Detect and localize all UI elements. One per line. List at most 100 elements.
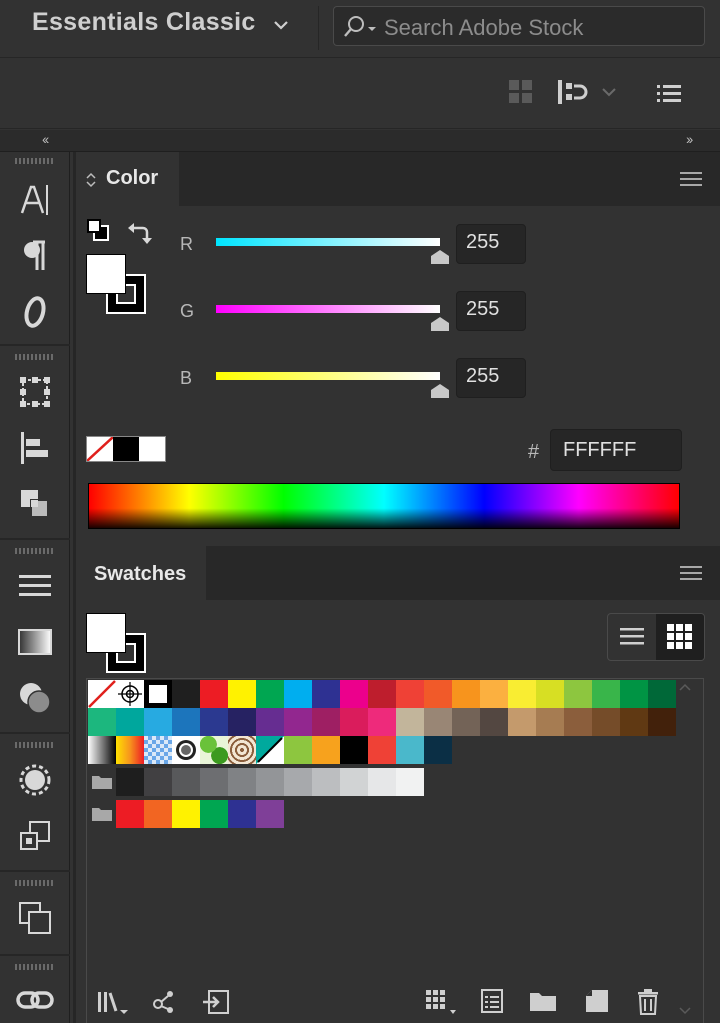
chevron-down-icon[interactable]	[600, 85, 618, 99]
color-swatch[interactable]	[200, 680, 228, 708]
tab-color[interactable]: Color	[76, 152, 179, 206]
color-swatch[interactable]	[396, 708, 424, 736]
drag-grip[interactable]	[15, 880, 53, 886]
swatches-fill-swatch[interactable]	[86, 613, 126, 653]
color-swatch[interactable]	[480, 680, 508, 708]
panel-menu-icon[interactable]	[680, 566, 702, 580]
gray-swatch[interactable]	[116, 768, 144, 796]
red-slider[interactable]	[216, 238, 440, 246]
stroke-icon[interactable]	[15, 566, 55, 606]
list-view-icon[interactable]	[608, 614, 656, 660]
swatch[interactable]	[256, 736, 284, 764]
green-value-input[interactable]: 255	[456, 291, 526, 331]
gradient-swatch[interactable]	[116, 736, 144, 764]
gray-swatch[interactable]	[340, 768, 368, 796]
color-swatch[interactable]	[312, 708, 340, 736]
swatch-libraries-icon[interactable]	[96, 988, 130, 1016]
drag-grip[interactable]	[15, 354, 53, 360]
transparency-icon[interactable]	[15, 678, 55, 718]
color-swatch[interactable]	[228, 708, 256, 736]
color-group-folder-icon[interactable]	[88, 800, 116, 828]
drag-grip[interactable]	[15, 742, 53, 748]
green-slider[interactable]	[216, 305, 440, 313]
color-swatch[interactable]	[340, 708, 368, 736]
gray-swatch[interactable]	[144, 768, 172, 796]
blue-slider[interactable]	[216, 372, 440, 380]
gray-swatch[interactable]	[172, 768, 200, 796]
gradient-swatch[interactable]	[88, 736, 116, 764]
bright-swatch[interactable]	[116, 800, 144, 828]
color-swatch[interactable]	[592, 708, 620, 736]
character-icon[interactable]	[15, 180, 55, 220]
registration-swatch[interactable]	[116, 680, 144, 708]
color-swatch[interactable]	[368, 708, 396, 736]
color-swatch[interactable]	[564, 680, 592, 708]
color-swatch[interactable]	[648, 680, 676, 708]
none-swatch[interactable]	[88, 680, 116, 708]
bright-swatch[interactable]	[200, 800, 228, 828]
workspace-switcher-label[interactable]: Essentials Classic	[32, 8, 256, 37]
pattern-swatch[interactable]	[200, 736, 228, 764]
color-swatch[interactable]	[424, 708, 452, 736]
blue-slider-thumb[interactable]	[431, 384, 449, 398]
color-swatch[interactable]	[284, 680, 312, 708]
color-swatch[interactable]	[424, 736, 452, 764]
expand-right-icon[interactable]: ››	[686, 131, 693, 147]
collapse-left-icon[interactable]: ‹‹	[42, 131, 49, 147]
black-swatch[interactable]	[113, 437, 139, 461]
opentype-icon[interactable]	[15, 292, 55, 332]
search-icon[interactable]	[342, 15, 380, 39]
default-fill-stroke-icon[interactable]	[86, 218, 110, 242]
search-adobe-stock-input[interactable]: Search Adobe Stock	[333, 6, 705, 46]
color-swatch[interactable]	[620, 680, 648, 708]
thumbnail-view-icon[interactable]	[656, 614, 704, 660]
libraries-panel-icon[interactable]	[152, 988, 178, 1014]
color-spectrum[interactable]	[88, 483, 680, 529]
arrange-documents-icon[interactable]	[508, 79, 534, 105]
blue-value-input[interactable]: 255	[456, 358, 526, 398]
color-swatch[interactable]	[172, 708, 200, 736]
drag-grip[interactable]	[15, 158, 53, 164]
color-swatch[interactable]	[228, 680, 256, 708]
color-swatch[interactable]	[172, 680, 200, 708]
asset-export-icon[interactable]	[15, 816, 55, 856]
gray-swatch[interactable]	[312, 768, 340, 796]
gray-swatch[interactable]	[396, 768, 424, 796]
color-swatch[interactable]	[536, 680, 564, 708]
gray-swatch[interactable]	[228, 768, 256, 796]
white-swatch[interactable]	[144, 680, 172, 708]
paragraph-icon[interactable]	[15, 236, 55, 276]
hex-input[interactable]: FFFFFF	[550, 429, 682, 471]
pathfinder-icon[interactable]	[15, 484, 55, 524]
bright-swatch[interactable]	[172, 800, 200, 828]
links-icon[interactable]	[15, 980, 55, 1020]
none-swatch[interactable]	[87, 437, 113, 461]
panel-menu-icon[interactable]	[680, 172, 702, 186]
color-swatch[interactable]	[396, 736, 424, 764]
publish-share-icon[interactable]	[556, 77, 592, 107]
color-swatch[interactable]	[340, 680, 368, 708]
panel-options-toggle-icon[interactable]	[85, 172, 97, 188]
align-icon[interactable]	[15, 428, 55, 468]
new-swatch-icon[interactable]	[584, 988, 610, 1014]
color-swatch[interactable]	[564, 708, 592, 736]
color-swatch[interactable]	[452, 708, 480, 736]
color-swatch[interactable]	[508, 680, 536, 708]
color-swatch[interactable]	[88, 708, 116, 736]
pattern-swatch[interactable]	[228, 736, 256, 764]
place-swatch-icon[interactable]	[202, 988, 230, 1016]
color-swatch[interactable]	[312, 680, 340, 708]
gradient-swatch[interactable]	[144, 736, 172, 764]
drag-grip[interactable]	[15, 964, 53, 970]
scroll-up-icon[interactable]	[677, 681, 693, 693]
red-slider-thumb[interactable]	[431, 250, 449, 264]
white-swatch[interactable]	[139, 437, 165, 461]
color-swatch[interactable]	[256, 708, 284, 736]
delete-swatch-icon[interactable]	[636, 988, 660, 1016]
new-color-group-icon[interactable]	[528, 988, 558, 1014]
gray-swatch[interactable]	[256, 768, 284, 796]
swatch-options-icon[interactable]	[480, 988, 504, 1014]
red-value-input[interactable]: 255	[456, 224, 526, 264]
color-swatch[interactable]	[284, 736, 312, 764]
color-swatch[interactable]	[536, 708, 564, 736]
